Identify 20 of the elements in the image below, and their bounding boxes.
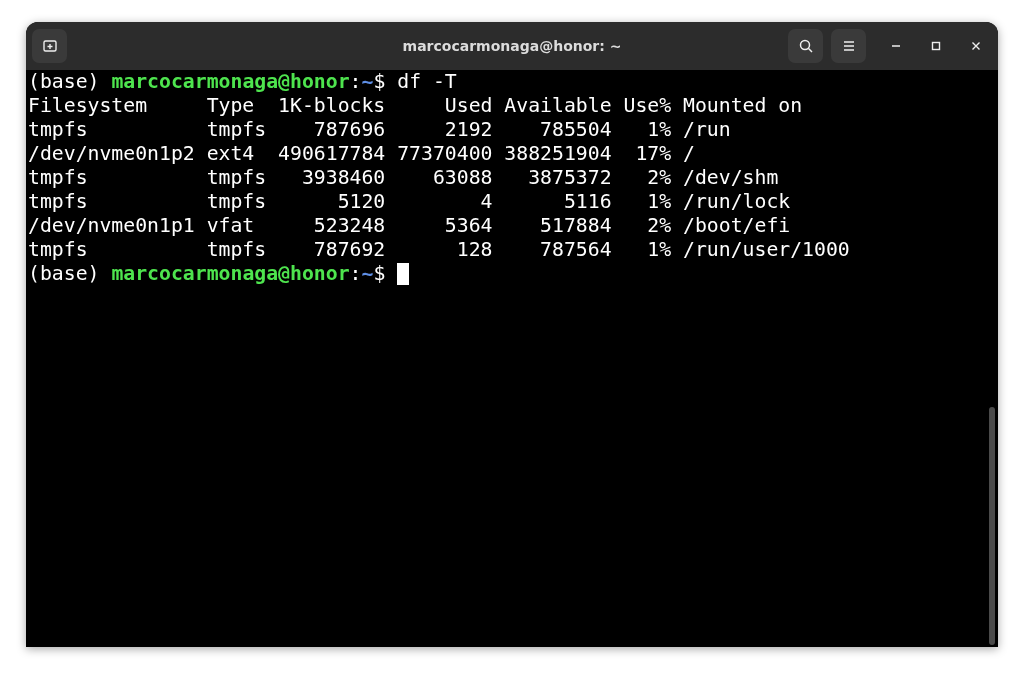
search-button[interactable] (788, 29, 823, 63)
output-line: /dev/nvme0n1p1 vfat 523248 5364 517884 2% /boot/efi (28, 214, 791, 238)
close-icon (971, 41, 981, 51)
new-tab-icon (41, 38, 58, 54)
output-line: Filesystem Type 1K-blocks Used Available Use% Mounted on (28, 94, 803, 118)
menu-button[interactable] (831, 29, 866, 63)
minimize-icon (892, 45, 900, 47)
output-line: tmpfs tmpfs 5120 4 5116 1% /run/lock (28, 190, 791, 214)
output-line: tmpfs tmpfs 787696 2192 785504 1% /run (28, 118, 731, 142)
prompt-line: (base) marcocarmonaga@honor:~$ (28, 262, 387, 286)
prompt-line: (base) marcocarmonaga@honor:~$ df -T (28, 70, 457, 94)
search-icon (797, 38, 814, 54)
scrollbar[interactable] (989, 407, 995, 645)
menu-icon (841, 40, 856, 52)
output-line: /dev/nvme0n1p2 ext4 490617784 77370400 388251904 17% / (28, 142, 695, 166)
output-line: tmpfs tmpfs 787692 128 787564 1% /run/user/1000 (28, 238, 850, 262)
new-tab-button[interactable] (32, 29, 67, 63)
window-title: marcocarmonaga@honor: ~ (402, 38, 622, 54)
maximize-icon (931, 41, 941, 51)
output-line: tmpfs tmpfs 3938460 63088 3875372 2% /dev/shm (28, 166, 779, 190)
